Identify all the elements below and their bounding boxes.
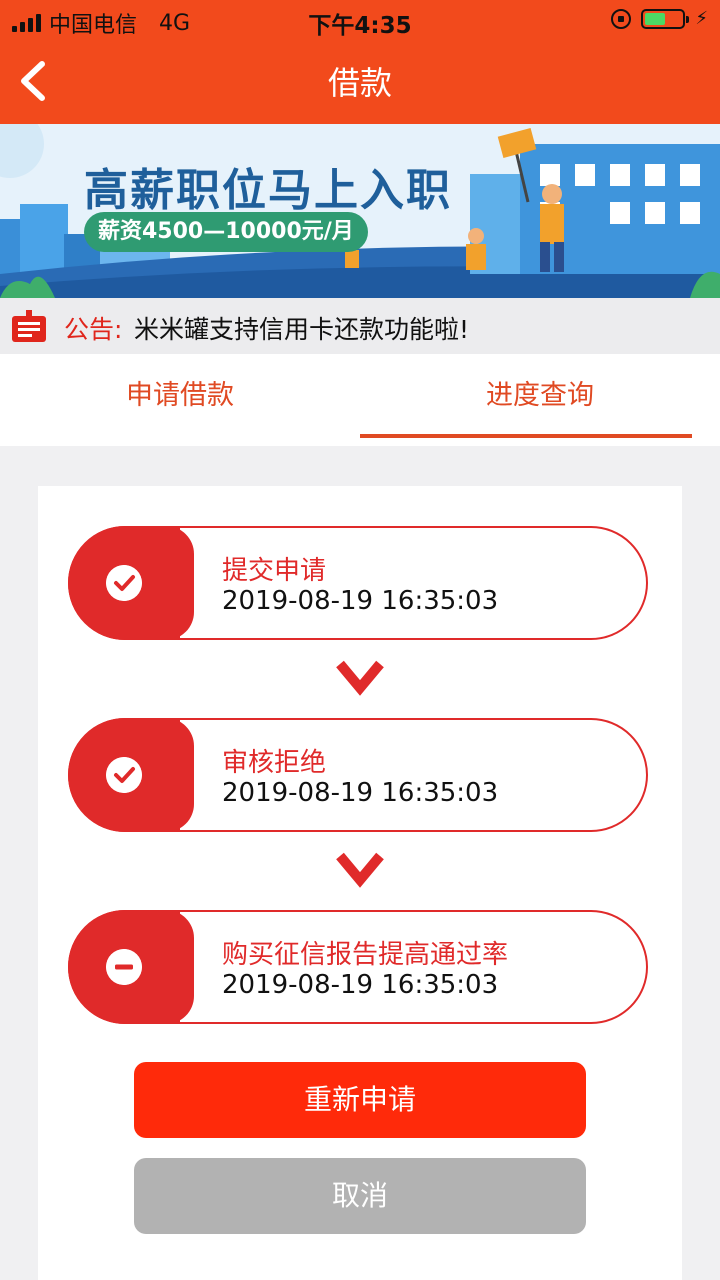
announcement-icon	[12, 310, 46, 342]
step-time: 2019-08-19 16:35:03	[222, 970, 499, 1000]
app-header: 中国电信 4G 下午4:35 ⚡ 借款	[0, 0, 720, 124]
check-icon	[106, 757, 142, 793]
tab-progress-query[interactable]: 进度查询	[360, 354, 720, 446]
progress-step-review-rejected: 审核拒绝 2019-08-19 16:35:03	[68, 718, 648, 832]
notice-bar[interactable]: 公告: 米米罐支持信用卡还款功能啦!	[0, 298, 720, 354]
progress-step-buy-credit-report[interactable]: 购买征信报告提高通过率 2019-08-19 16:35:03	[68, 910, 648, 1024]
step-time: 2019-08-19 16:35:03	[222, 586, 499, 616]
charging-icon: ⚡	[695, 8, 708, 29]
navigation-bar: 借款	[0, 40, 720, 124]
reapply-button[interactable]: 重新申请	[134, 1062, 586, 1138]
notice-label: 公告:	[64, 315, 123, 344]
step-time: 2019-08-19 16:35:03	[222, 778, 499, 808]
active-tab-indicator	[360, 434, 692, 438]
minus-icon	[106, 949, 142, 985]
tab-apply-loan[interactable]: 申请借款	[0, 354, 360, 446]
cancel-button[interactable]: 取消	[134, 1158, 586, 1234]
progress-step-submit: 提交申请 2019-08-19 16:35:03	[68, 526, 648, 640]
battery-icon	[641, 8, 690, 29]
chevron-down-icon	[336, 660, 384, 696]
notice-text: 米米罐支持信用卡还款功能啦!	[134, 315, 470, 344]
promo-banner[interactable]: 高薪职位马上入职 薪资4500—10000元/月	[0, 124, 720, 298]
tab-bar: 申请借款 进度查询	[0, 354, 720, 446]
step-title: 购买征信报告提高通过率	[222, 940, 509, 970]
chevron-down-icon	[336, 852, 384, 888]
step-title: 提交申请	[222, 556, 327, 586]
banner-salary-badge: 薪资4500—10000元/月	[84, 212, 368, 252]
status-right: ⚡	[611, 8, 708, 29]
banner-title: 高薪职位马上入职	[84, 165, 452, 216]
status-bar: 中国电信 4G 下午4:35 ⚡	[0, 0, 720, 40]
orientation-lock-icon	[611, 8, 632, 29]
step-title: 审核拒绝	[222, 748, 327, 778]
progress-card: 提交申请 2019-08-19 16:35:03 审核拒绝 2019-08-19…	[38, 486, 682, 1280]
page-title: 借款	[327, 64, 392, 102]
check-icon	[106, 565, 142, 601]
